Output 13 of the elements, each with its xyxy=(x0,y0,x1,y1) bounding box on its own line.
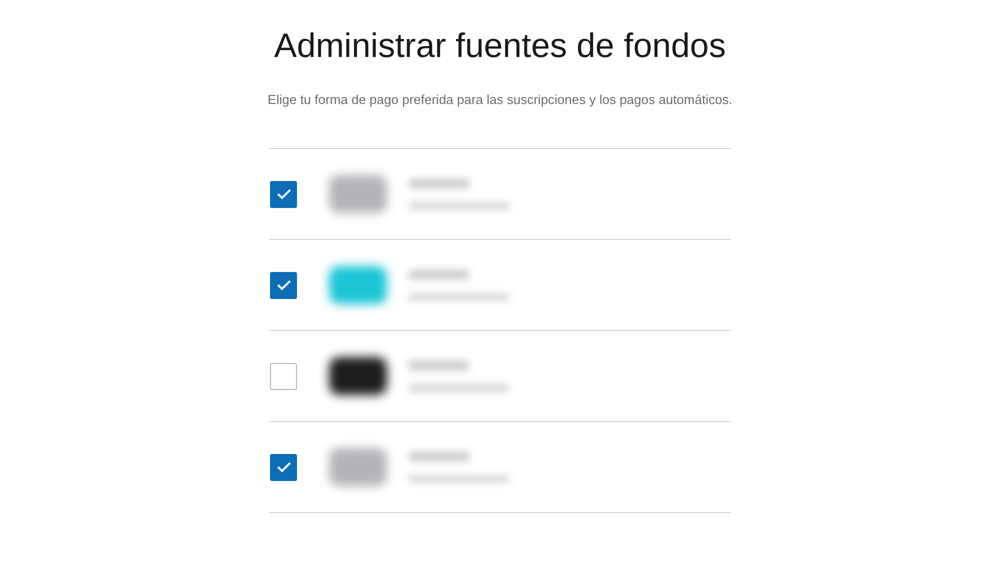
checkmark-icon xyxy=(276,279,292,291)
redacted-text xyxy=(409,452,469,460)
page-subtitle: Elige tu forma de pago preferida para las suscripciones y los pagos automáticos. xyxy=(266,91,734,109)
checkbox[interactable] xyxy=(270,272,297,298)
checkmark-icon xyxy=(276,461,292,473)
checkbox[interactable] xyxy=(270,362,297,390)
checkbox[interactable] xyxy=(270,180,297,208)
redacted-text xyxy=(409,270,469,278)
checkmark-icon xyxy=(276,188,292,200)
page-title: Administrar fuentes de fondos xyxy=(274,26,726,66)
redacted-text xyxy=(409,360,469,370)
checkbox[interactable] xyxy=(270,454,297,480)
redacted-text xyxy=(409,178,469,188)
